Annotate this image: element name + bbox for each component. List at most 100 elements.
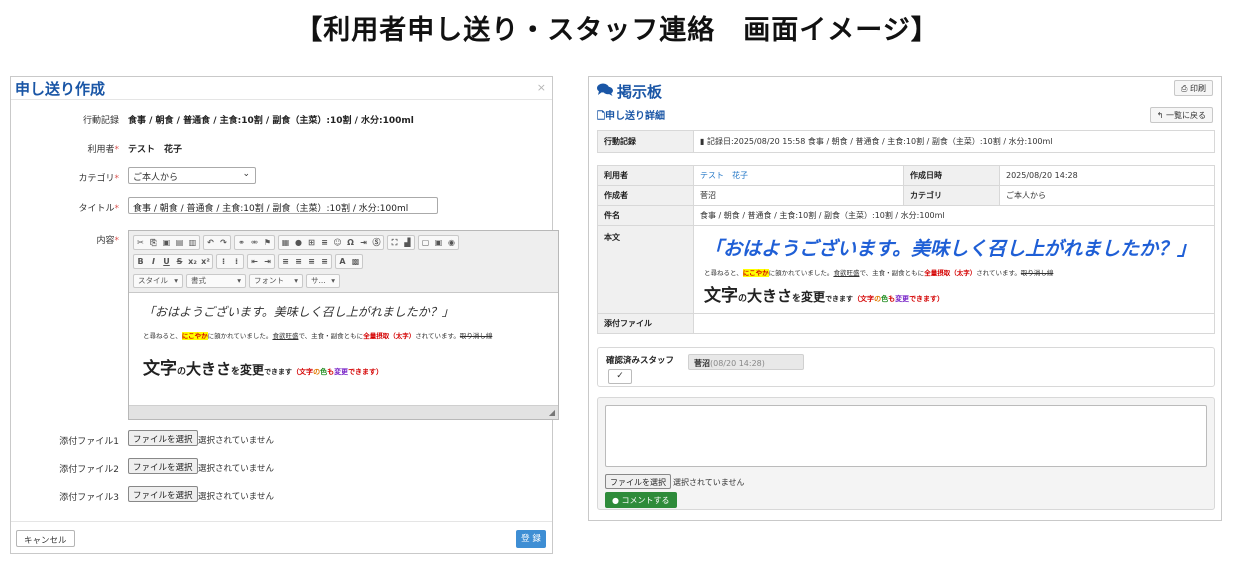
strikethrough-icon[interactable]: S [173, 255, 186, 268]
insert-group: ▦ ● ⊞ ≡ ☺ Ω ⇥ Ⓢ [278, 235, 384, 250]
anchor-icon[interactable]: ⚑ [261, 236, 274, 249]
copy-icon[interactable]: ⎘ [147, 236, 160, 249]
font-combo-label: フォント [254, 275, 284, 285]
handover-create-dialog: 申し送り作成 × 行動記録 食事 / 朝食 / 普通食 / 主食:10割 / 副… [10, 76, 559, 554]
category-cell: ご本人から [999, 185, 1215, 206]
align-center-icon[interactable]: ≡ [292, 255, 305, 268]
size-combo[interactable]: サ... ▾ [306, 273, 340, 288]
outdent-icon[interactable]: ⇤ [248, 255, 261, 268]
toolbar-row-1: ✂ ⎘ ▣ ▤ ▥ ↶ ↷ ⚭ ⚮ ⚑ ▦ ● ⊞ ≡ ☺ Ω ⇥ Ⓢ ⛶ ▟ … [133, 234, 554, 251]
attachment-3-button[interactable]: ファイルを選択 [128, 486, 198, 502]
cancel-button[interactable]: キャンセル [16, 530, 75, 547]
reply-icon: ↰ [1156, 111, 1166, 120]
user-cell: テスト 花子 [693, 165, 904, 186]
table-icon[interactable]: ⊞ [305, 236, 318, 249]
back-label: 一覧に戻る [1166, 111, 1206, 120]
attachment-2-status: 選択されていません [198, 464, 274, 474]
document-icon: 🗋 [597, 111, 606, 122]
format-combo[interactable]: 書式 ▾ [186, 273, 246, 288]
action-log-text: 記録日:2025/08/20 15:58 食事 / 朝食 / 普通食 / 主食:… [706, 137, 1053, 146]
board-title: 掲示板 [597, 81, 662, 102]
bold-icon[interactable]: B [134, 255, 147, 268]
size-combo-label: サ... [311, 275, 326, 285]
user-value: テスト 花子 [128, 145, 183, 155]
page-break-icon[interactable]: ⇥ [357, 236, 370, 249]
link-group: ⚭ ⚮ ⚑ [234, 235, 275, 250]
print-button[interactable]: ⎙ 印刷 [1174, 80, 1213, 96]
redo-icon[interactable]: ↷ [217, 236, 230, 249]
maximize-icon[interactable]: ⛶ [388, 236, 401, 249]
title-input[interactable]: 食事 / 朝食 / 普通食 / 主食:10割 / 副食（主菜）:10割 / 水分… [128, 197, 438, 214]
iframe-icon[interactable]: Ⓢ [370, 236, 383, 249]
indent-icon[interactable]: ⇥ [261, 255, 274, 268]
detail-subtitle: 🗋申し送り詳細 [597, 107, 665, 126]
attachment-1-label: 添付ファイル1 [59, 437, 119, 447]
editor-content[interactable]: 「おはようございます。美味しく召し上がれましたか？」 と尋ねると、にこやかに頷か… [129, 293, 558, 407]
detail-subtitle-text: 申し送り詳細 [605, 111, 666, 122]
background-color-icon[interactable]: ▩ [349, 255, 362, 268]
unlink-icon[interactable]: ⚮ [248, 236, 261, 249]
source-icon[interactable]: ◉ [445, 236, 458, 249]
subscript-icon[interactable]: x₂ [186, 255, 199, 268]
body-line-2: 文字の大きさを変更できます（文字の色も変更できます） [704, 286, 945, 306]
body-greeting-quote: 「おはようございます。美味しく召し上がれましたか？」 [704, 238, 1197, 260]
category-select[interactable]: ご本人から ⌄ [128, 167, 256, 184]
smiley-icon[interactable]: ☺ [331, 236, 344, 249]
view-group: ⛶ ▟ [387, 235, 415, 250]
confirmed-staff-entry: 菅沼(08/20 14:28) [688, 354, 804, 370]
cut-icon[interactable]: ✂ [134, 236, 147, 249]
close-icon[interactable]: × [537, 81, 546, 94]
body-header: 本文 [597, 225, 694, 314]
paste-icon[interactable]: ▣ [160, 236, 173, 249]
align-justify-icon[interactable]: ≡ [318, 255, 331, 268]
undo-icon[interactable]: ↶ [204, 236, 217, 249]
attachment-2-label: 添付ファイル2 [59, 465, 119, 475]
image-icon[interactable]: ▦ [279, 236, 292, 249]
align-right-icon[interactable]: ≡ [305, 255, 318, 268]
bulleted-list-icon[interactable]: ⁞ [230, 255, 243, 268]
attachment-1-status: 選択されていません [198, 436, 274, 446]
dialog-title: 申し送り作成 [15, 80, 106, 98]
toolbar-row-2: B I U S x₂ x² ⁝ ⁞ ⇤ ⇥ ≡ ≡ ≡ ≡ A ▩ [133, 253, 554, 270]
document-group: ▢ ▣ ◉ [418, 235, 459, 250]
attachment-2-button[interactable]: ファイルを選択 [128, 458, 198, 474]
confirm-check-button[interactable]: ✓ [608, 369, 632, 384]
align-left-icon[interactable]: ≡ [279, 255, 292, 268]
attachment-1-button[interactable]: ファイルを選択 [128, 430, 198, 446]
post-comment-label: コメントする [621, 496, 670, 505]
comment-file-button[interactable]: ファイルを選択 [605, 474, 671, 489]
chevron-down-icon: ▾ [174, 275, 178, 285]
bulletin-board-panel: 掲示板 ⎙ 印刷 🗋申し送り詳細 ↰ 一覧に戻る 行動記録 ▮ 記録日:2025… [588, 76, 1222, 521]
horizontal-rule-icon[interactable]: ≡ [318, 236, 331, 249]
user-label: 利用者* [87, 145, 119, 155]
style-combo[interactable]: スタイル ▾ [133, 273, 183, 288]
show-blocks-icon[interactable]: ▟ [401, 236, 414, 249]
post-comment-button[interactable]: ● コメントする [605, 492, 677, 508]
new-page-icon[interactable]: ▢ [419, 236, 432, 249]
italic-icon[interactable]: I [147, 255, 160, 268]
user-link[interactable]: テスト 花子 [700, 171, 748, 180]
font-combo[interactable]: フォント ▾ [249, 273, 303, 288]
submit-button[interactable]: 登 録 [516, 530, 546, 548]
special-char-icon[interactable]: Ω [344, 236, 357, 249]
basic-style-group: B I U S x₂ x² [133, 254, 213, 269]
paste-word-icon[interactable]: ▥ [186, 236, 199, 249]
flash-icon[interactable]: ● [292, 236, 305, 249]
numbered-list-icon[interactable]: ⁝ [217, 255, 230, 268]
underline-icon[interactable]: U [160, 255, 173, 268]
back-to-list-button[interactable]: ↰ 一覧に戻る [1149, 107, 1213, 123]
preview-icon[interactable]: ▣ [432, 236, 445, 249]
clipboard-group: ✂ ⎘ ▣ ▤ ▥ [133, 235, 200, 250]
comment-textarea[interactable] [605, 405, 1207, 467]
link-icon[interactable]: ⚭ [235, 236, 248, 249]
action-log-label: 行動記録 [82, 116, 119, 126]
text-color-icon[interactable]: A [336, 255, 349, 268]
rich-text-editor[interactable]: ✂ ⎘ ▣ ▤ ▥ ↶ ↷ ⚭ ⚮ ⚑ ▦ ● ⊞ ≡ ☺ Ω ⇥ Ⓢ ⛶ ▟ … [128, 230, 559, 420]
superscript-icon[interactable]: x² [199, 255, 212, 268]
paste-text-icon[interactable]: ▤ [173, 236, 186, 249]
resize-handle-icon[interactable]: ◢ [549, 408, 555, 417]
file-icon: ▮ [700, 137, 707, 146]
action-log-header: 行動記録 [597, 130, 694, 153]
chevron-down-icon: ▾ [294, 275, 298, 285]
attachment-3-label: 添付ファイル3 [59, 493, 119, 503]
